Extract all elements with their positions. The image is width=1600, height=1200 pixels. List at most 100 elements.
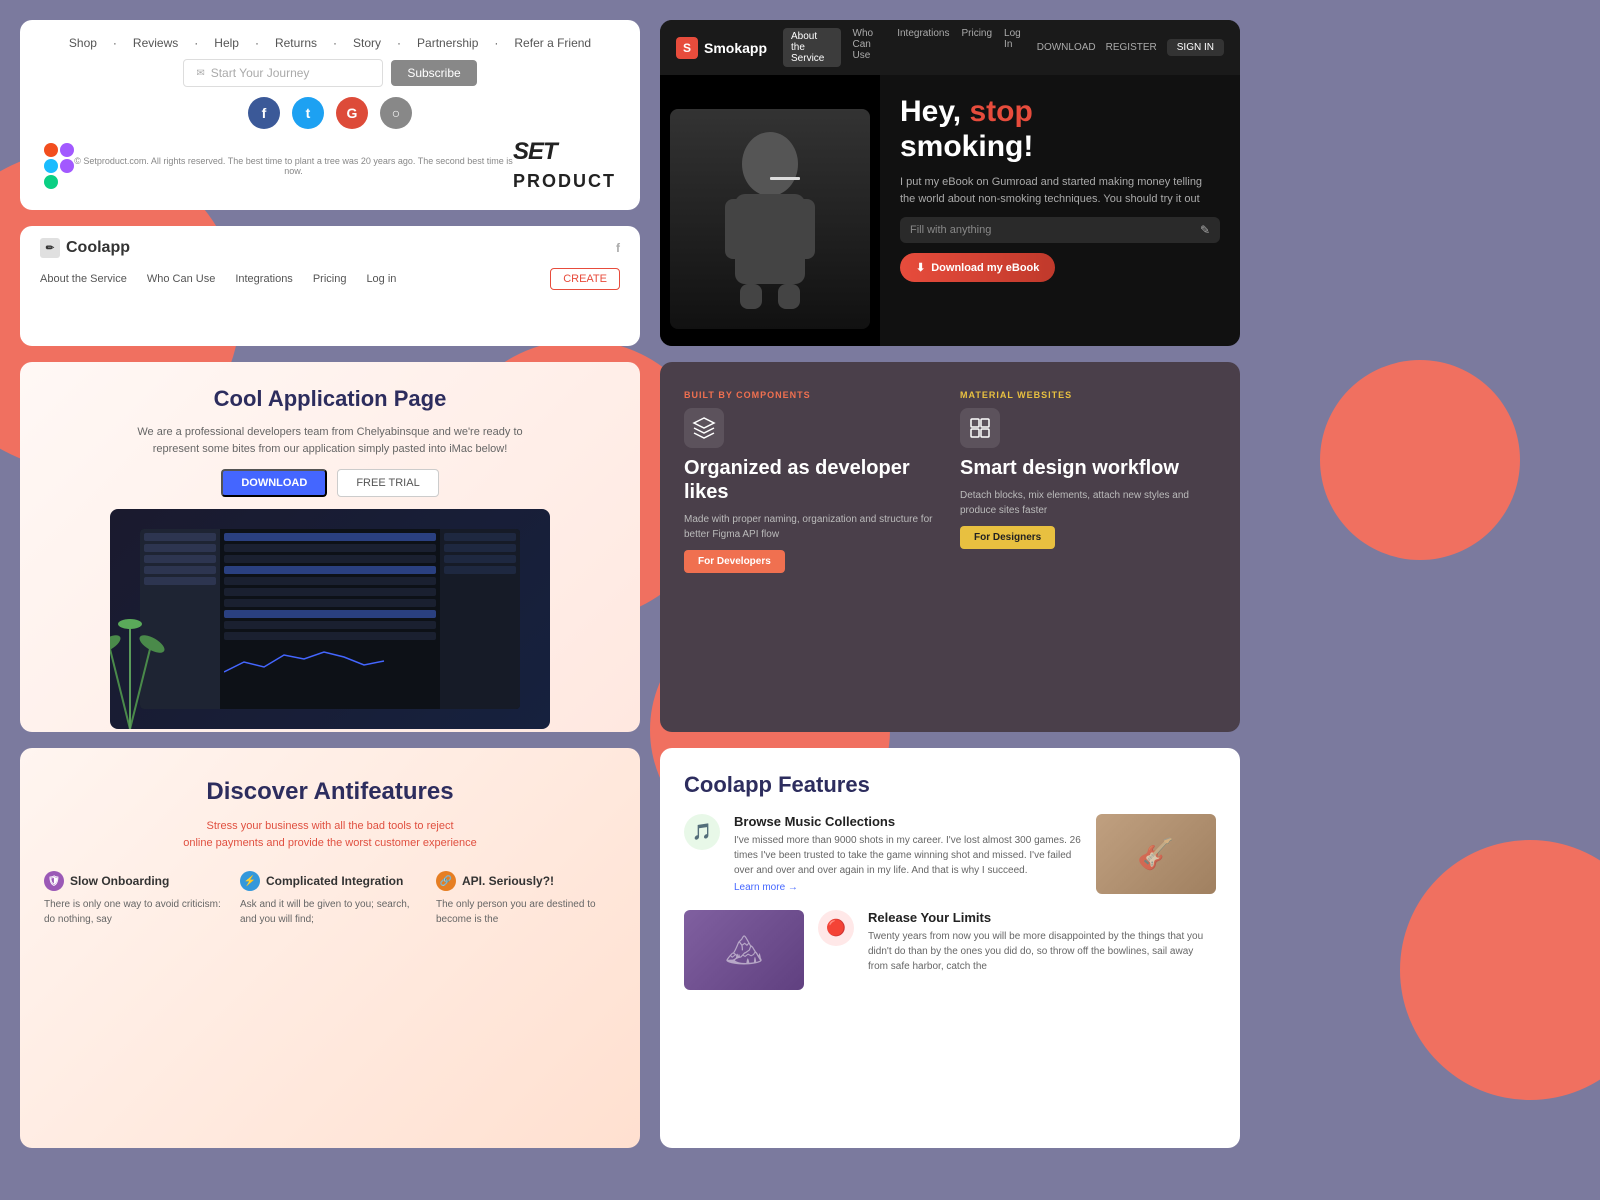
mockup-row-1 — [224, 533, 436, 541]
discover-features-grid: 🛡 Slow Onboarding There is only one way … — [44, 871, 616, 927]
cool-app-download-button[interactable]: DOWNLOAD — [221, 469, 327, 497]
smokapp-fill-input[interactable]: Fill with anything ✎ — [900, 217, 1220, 243]
feature1-title: Browse Music Collections — [734, 814, 1082, 829]
smokapp-nav-who[interactable]: Who Can Use — [853, 28, 886, 67]
coolapp-nav-about[interactable]: About the Service — [40, 273, 127, 285]
coolapp-nav-login[interactable]: Log in — [366, 273, 396, 285]
setproduct-logo: SETPRODUCT — [513, 138, 616, 194]
facebook-link-small[interactable]: f — [616, 241, 620, 255]
instagram-icon[interactable]: ○ — [380, 97, 412, 129]
twitter-icon[interactable]: t — [292, 97, 324, 129]
smokapp-download-link[interactable]: DOWNLOAD — [1037, 42, 1096, 53]
coolapp-logo-text: Coolapp — [66, 239, 130, 257]
coolapp-logo-icon: ✏ — [40, 238, 60, 258]
mockup-row-4 — [224, 566, 436, 574]
feature2-content: Release Your Limits Twenty years from no… — [868, 910, 1216, 974]
nav-story[interactable]: Story — [353, 36, 381, 50]
right-item-2 — [444, 544, 516, 552]
copyright-text: © Setproduct.com. All rights reserved. T… — [74, 156, 513, 176]
coolapp-create-button[interactable]: CREATE — [550, 268, 620, 290]
nav-returns[interactable]: Returns — [275, 36, 317, 50]
shield-feature-icon: 🛡 — [44, 871, 64, 891]
smokapp-download-button[interactable]: ⬇ Download my eBook — [900, 253, 1055, 282]
mockup-row-9 — [224, 621, 436, 629]
sidebar-item-2 — [144, 544, 216, 552]
smokapp-register-link[interactable]: REGISTER — [1106, 42, 1157, 53]
smokapp-nav: S Smokapp About the Service Who Can Use … — [660, 20, 1240, 75]
nav-sep2: · — [194, 36, 198, 50]
coolapp-feature-row-1: 🎵 Browse Music Collections I've missed m… — [684, 814, 1216, 894]
email-placeholder: Start Your Journey — [211, 66, 310, 80]
nav-reviews[interactable]: Reviews — [133, 36, 178, 50]
nav-refer[interactable]: Refer a Friend — [514, 36, 591, 50]
nav-partnership[interactable]: Partnership — [417, 36, 478, 50]
smokapp-logo: S Smokapp — [676, 37, 767, 59]
smokapp-person-image — [660, 75, 880, 346]
mockup-row-7 — [224, 599, 436, 607]
edit-icon: ✎ — [1200, 223, 1210, 237]
designers-button[interactable]: For Designers — [960, 526, 1055, 549]
smokapp-nav-right: DOWNLOAD REGISTER SIGN IN — [1037, 39, 1224, 56]
feature1-desc: I've missed more than 9000 shots in my c… — [734, 833, 1082, 878]
social-row: f t G ○ — [44, 97, 616, 129]
nav-shop[interactable]: Shop — [69, 36, 97, 50]
mockup-row-6 — [224, 588, 436, 596]
developers-button[interactable]: For Developers — [684, 550, 785, 573]
discover-panel: Discover Antifeatures Stress your busine… — [20, 748, 640, 1148]
download-icon: ⬇ — [916, 261, 925, 274]
features-panel: BUILT BY COMPONENTS Organized as develop… — [660, 362, 1240, 732]
feature-slow-desc: There is only one way to avoid criticism… — [44, 897, 224, 927]
smokapp-logo-text: Smokapp — [704, 40, 767, 56]
feature1-content: Browse Music Collections I've missed mor… — [734, 814, 1082, 893]
figma-dot-1 — [44, 143, 58, 157]
cool-app-subtitle: We are a professional developers team fr… — [130, 424, 530, 457]
nav-links: Shop · Reviews · Help · Returns · Story … — [44, 36, 616, 50]
facebook-icon[interactable]: f — [248, 97, 280, 129]
person-playing-music: 🎸 — [1096, 814, 1216, 894]
feature-card-designers: MATERIAL WEBSITES Smart design workflow … — [960, 390, 1216, 704]
mockup-screen — [140, 529, 520, 709]
nav-help[interactable]: Help — [214, 36, 239, 50]
feature-api-title: 🔗 API. Seriously?! — [436, 871, 616, 891]
smokapp-hey: Hey, — [900, 95, 969, 128]
cool-app-trial-button[interactable]: FREE TRIAL — [337, 469, 438, 497]
mini-chart — [224, 647, 436, 677]
smokapp-nav-about[interactable]: About the Service — [783, 28, 840, 67]
feature-card-developers: BUILT BY COMPONENTS Organized as develop… — [684, 390, 940, 704]
nav-sep3: · — [255, 36, 259, 50]
email-input[interactable]: ✉ Start Your Journey — [183, 59, 383, 87]
smokapp-headline: Hey, stop smoking! — [900, 95, 1220, 164]
coolapp-nav-pricing[interactable]: Pricing — [313, 273, 347, 285]
api-feature-icon: 🔗 — [436, 871, 456, 891]
cool-app-mockup — [110, 509, 550, 729]
music-icon: 🎵 — [684, 814, 720, 850]
smokapp-nav-integrations[interactable]: Integrations — [897, 28, 949, 67]
feature2-desc: Twenty years from now you will be more d… — [868, 929, 1216, 974]
coolapp-nav-who[interactable]: Who Can Use — [147, 273, 215, 285]
smokapp-panel: S Smokapp About the Service Who Can Use … — [660, 20, 1240, 346]
smokapp-input-text: Fill with anything — [910, 224, 1194, 236]
feature1-image: 🎸 — [1096, 814, 1216, 894]
coolapp-nav-integrations[interactable]: Integrations — [235, 273, 292, 285]
logo-row: © Setproduct.com. All rights reserved. T… — [44, 138, 616, 194]
cool-app-panel: Cool Application Page We are a professio… — [20, 362, 640, 732]
smokapp-signin-button[interactable]: SIGN IN — [1167, 39, 1224, 56]
feature-desc-1: Made with proper naming, organization an… — [684, 512, 940, 542]
integration-feature-icon: ⚡ — [240, 871, 260, 891]
newsletter-panel: Shop · Reviews · Help · Returns · Story … — [20, 20, 640, 210]
smokapp-logo-icon: S — [676, 37, 698, 59]
coolapp-nav-panel: ✏ Coolapp f About the Service Who Can Us… — [20, 226, 640, 346]
smokapp-nav-pricing[interactable]: Pricing — [961, 28, 992, 67]
feature-title-1: Organized as developer likes — [684, 456, 940, 504]
subscribe-button[interactable]: Subscribe — [391, 60, 476, 86]
sidebar-item-1 — [144, 533, 216, 541]
mockup-main — [220, 529, 440, 709]
discover-feature-3: 🔗 API. Seriously?! The only person you a… — [436, 871, 616, 927]
smokapp-stop: stop — [969, 95, 1032, 128]
smokapp-content: Hey, stop smoking! I put my eBook on Gum… — [880, 75, 1240, 346]
coolapp-features-title: Coolapp Features — [684, 772, 1216, 798]
google-icon[interactable]: G — [336, 97, 368, 129]
smokapp-nav-login[interactable]: Log In — [1004, 28, 1021, 67]
feature2-image: 🏔 — [684, 910, 804, 990]
feature1-learn-more[interactable]: Learn more → — [734, 882, 1082, 893]
